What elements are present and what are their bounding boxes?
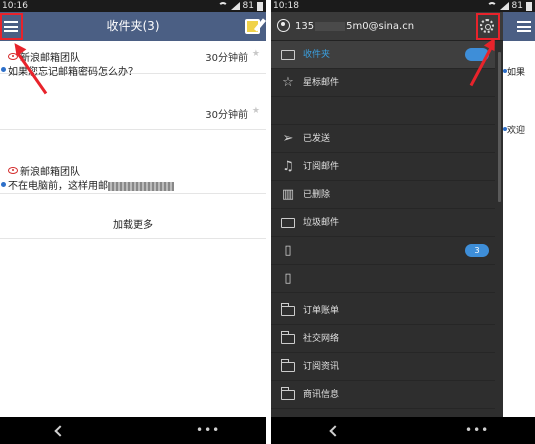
status-time: 10:18 xyxy=(273,1,299,11)
avatar-icon[interactable] xyxy=(277,19,290,32)
mail-subject-peek: 如果 xyxy=(507,68,526,78)
drawer-item-news[interactable]: 订阅资讯 xyxy=(271,353,495,381)
nav-bar: ••• xyxy=(271,417,535,444)
more-dots-icon[interactable]: ••• xyxy=(465,423,489,437)
drawer-item-trash[interactable]: ▥ 已删除 xyxy=(271,181,495,209)
masked-digits xyxy=(315,21,346,31)
battery-level: 81 xyxy=(511,1,523,11)
star-outline-icon: ☆ xyxy=(282,75,294,90)
sender-name: 新浪邮箱团队 xyxy=(20,53,80,64)
mail-item[interactable]: 30分钟前 ★ xyxy=(0,100,266,130)
drawer-item-blank[interactable] xyxy=(271,97,495,125)
drawer-item-label: 已删除 xyxy=(303,190,331,200)
back-icon[interactable] xyxy=(54,425,66,437)
drawer-item-label: 社交网络 xyxy=(303,334,340,344)
battery-icon xyxy=(526,1,532,11)
drawer-item-label: 订单账单 xyxy=(303,306,340,316)
mail-sender: 新浪邮箱团队 xyxy=(8,163,80,178)
mail-item[interactable]: 新浪邮箱团队 30分钟前 ★ 如果您忘记邮箱密码怎么办？ xyxy=(0,41,266,78)
drawer-item-inbox[interactable]: 收件夹 xyxy=(271,41,495,69)
phone-icon: ▯ xyxy=(284,271,292,286)
wifi-icon xyxy=(217,2,228,10)
highlight-box xyxy=(0,13,23,40)
more-dots-icon[interactable]: ••• xyxy=(196,423,220,437)
account-suffix: 5m0@sina.cn xyxy=(346,21,415,32)
redacted-area xyxy=(108,181,174,191)
drawer-item-label: 商讯信息 xyxy=(303,390,340,400)
drawer-scrollbar[interactable] xyxy=(498,52,501,202)
nav-bar: ••• xyxy=(0,417,266,444)
mail-time: 30分钟前 xyxy=(205,53,248,64)
folder-icon xyxy=(280,387,295,400)
drawer-item-label: 订阅邮件 xyxy=(303,162,340,172)
navigation-drawer: 135 5m0@sina.cn 收件夹 ☆ 星标邮件 ➢ 已发送 ♫ 订阅邮件 ▥… xyxy=(271,12,503,417)
drawer-item-subscriptions[interactable]: ♫ 订阅邮件 xyxy=(271,153,495,181)
mail-subject-peek: 欢迎 xyxy=(507,126,526,136)
inbox-behind-drawer: 如果 欢迎 xyxy=(503,12,535,417)
paper-plane-icon: ➢ xyxy=(282,131,294,146)
signal-icon xyxy=(499,2,509,10)
account-email[interactable]: 135 5m0@sina.cn xyxy=(295,12,414,41)
trash-icon: ▥ xyxy=(281,187,295,202)
drawer-item-orders[interactable]: 订单账单 xyxy=(271,297,495,325)
load-more-button[interactable]: 加载更多 xyxy=(0,212,266,239)
drawer-item-label: 垃圾邮件 xyxy=(303,218,340,228)
folder-icon xyxy=(280,331,295,344)
left-phone-screen: 10:16 81 收件夹(3) 新浪邮箱团队 30分钟前 ★ 如果您忘记邮箱密码… xyxy=(0,0,266,444)
phone-icon: ▯ xyxy=(284,243,292,258)
envelope-icon xyxy=(281,50,295,60)
drawer-item-starred[interactable]: ☆ 星标邮件 xyxy=(271,69,495,97)
status-bar: 10:18 81 xyxy=(271,0,535,12)
page-title: 收件夹(3) xyxy=(106,19,160,33)
right-phone-screen: 10:18 81 如果 欢迎 135 5m0@sina.cn 收件夹 ☆ 星标邮件 xyxy=(271,0,535,444)
account-prefix: 135 xyxy=(295,21,315,32)
mail-time: 30分钟前 xyxy=(205,110,248,121)
mail-subject-text: 不在电脑前，这样用邮 xyxy=(8,181,108,192)
status-icons: 81 xyxy=(486,0,532,12)
drawer-item-phone-2[interactable]: ▯ xyxy=(271,265,495,293)
battery-icon xyxy=(257,1,263,11)
sina-eye-icon xyxy=(8,167,18,174)
star-icon[interactable]: ★ xyxy=(252,49,260,59)
count-badge: 3 xyxy=(465,244,489,257)
drawer-header: 135 5m0@sina.cn xyxy=(271,12,503,41)
drawer-item-sent[interactable]: ➢ 已发送 xyxy=(271,125,495,153)
drawer-item-spam[interactable]: 垃圾邮件 xyxy=(271,209,495,237)
drawer-item-label: 星标邮件 xyxy=(303,78,340,88)
folder-icon xyxy=(280,359,295,372)
sender-name: 新浪邮箱团队 xyxy=(20,167,80,178)
compose-icon[interactable] xyxy=(245,19,260,34)
drawer-item-label: 已发送 xyxy=(303,134,331,144)
drawer-item-business[interactable]: 商讯信息 xyxy=(271,381,495,409)
back-icon[interactable] xyxy=(329,425,341,437)
menu-hamburger-icon[interactable] xyxy=(517,21,531,32)
mail-subject: 不在电脑前，这样用邮 xyxy=(8,177,174,192)
status-icons: 81 xyxy=(217,0,263,12)
signal-icon xyxy=(230,2,240,10)
battery-level: 81 xyxy=(242,1,254,11)
drawer-item-social[interactable]: 社交网络 xyxy=(271,325,495,353)
status-time: 10:16 xyxy=(2,1,28,11)
star-icon[interactable]: ★ xyxy=(252,106,260,116)
drawer-item-label: 订阅资讯 xyxy=(303,362,340,372)
inbox-app-bar: 收件夹(3) xyxy=(0,12,266,41)
mail-item[interactable]: 新浪邮箱团队 不在电脑前，这样用邮 xyxy=(0,160,266,194)
unread-dot xyxy=(1,67,6,72)
unread-dot xyxy=(1,182,6,187)
drawer-item-label: 收件夹 xyxy=(303,50,331,60)
folder-icon xyxy=(280,303,295,316)
spam-envelope-icon xyxy=(281,218,295,228)
bell-icon: ♫ xyxy=(282,159,294,174)
wifi-icon xyxy=(486,2,497,10)
status-bar: 10:16 81 xyxy=(0,0,266,12)
drawer-item-phone-1[interactable]: ▯ 3 xyxy=(271,237,495,265)
